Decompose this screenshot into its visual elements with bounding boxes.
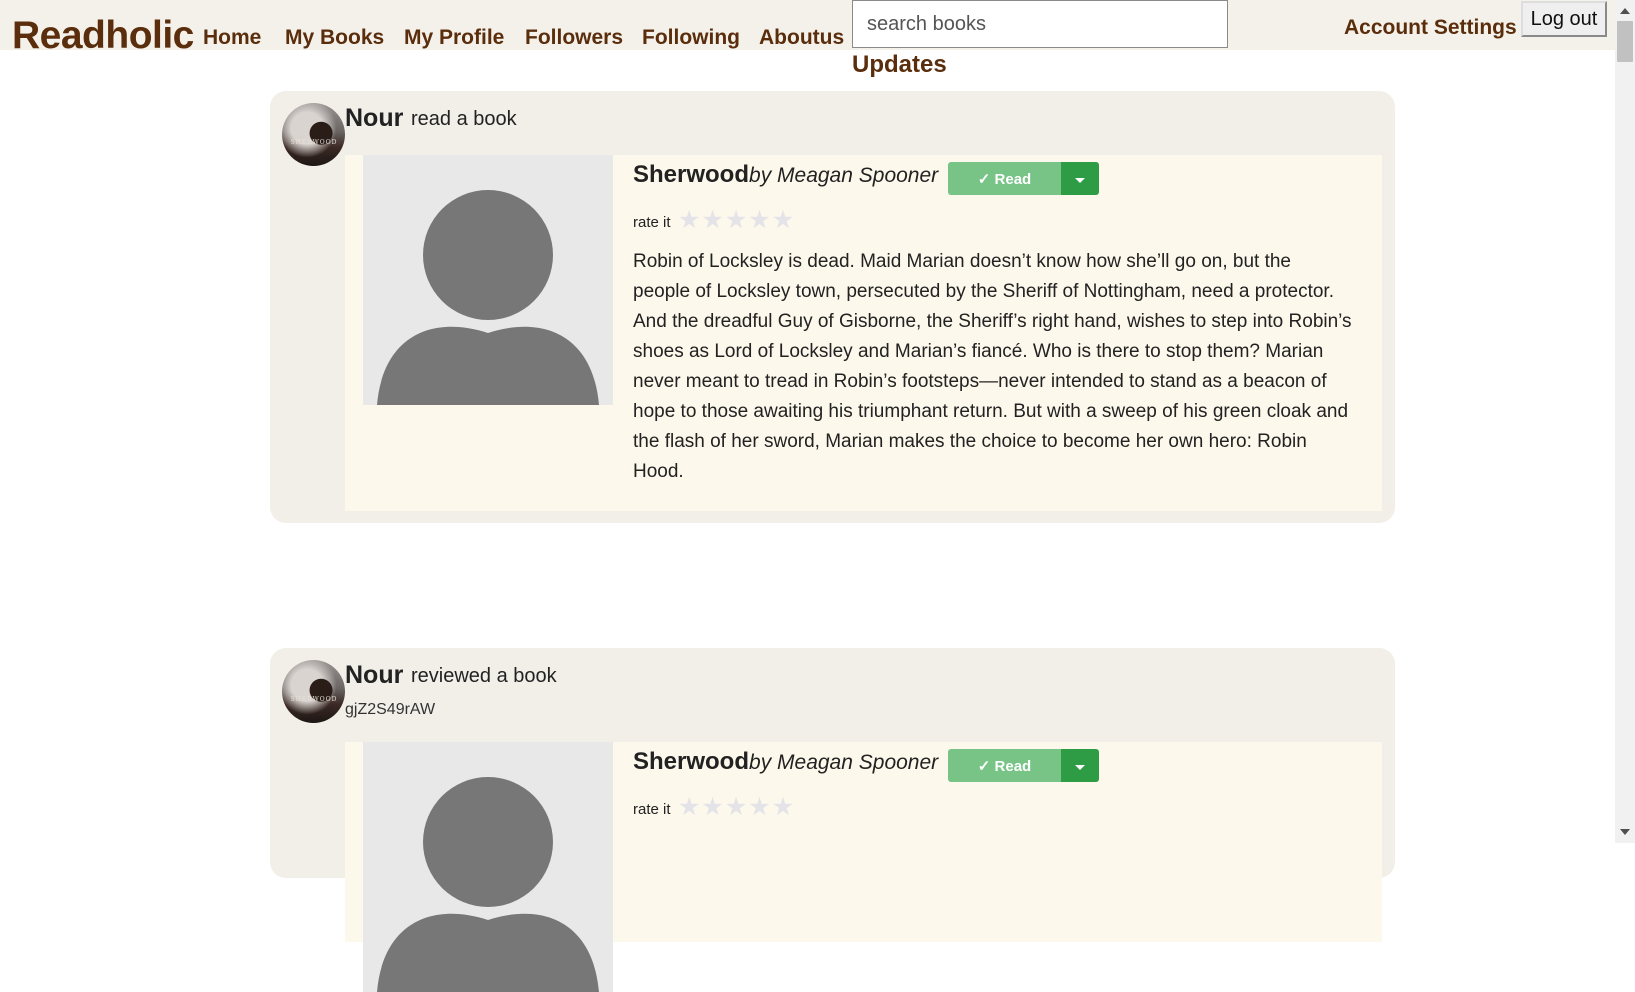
avatar[interactable]: SHERWOOD xyxy=(282,103,345,166)
scroll-down-arrow-icon[interactable] xyxy=(1620,829,1630,835)
avatar-caption: SHERWOOD xyxy=(290,696,338,703)
brand-logo[interactable]: Readholic xyxy=(12,14,194,58)
star-rating[interactable]: ★★★★★ xyxy=(678,792,795,821)
star-rating[interactable]: ★★★★★ xyxy=(678,205,795,234)
feed-action-text: read a book xyxy=(411,108,517,130)
feed-user-name[interactable]: Nour xyxy=(345,661,403,690)
book-title[interactable]: Sherwood xyxy=(633,161,749,188)
book-description: Robin of Locksley is dead. Maid Marian d… xyxy=(633,251,1352,482)
nav-followers[interactable]: Followers xyxy=(525,26,623,50)
nav-my-profile[interactable]: My Profile xyxy=(404,26,504,50)
book-panel: Sherwoodby Meagan Spooner ✓ Read rate it… xyxy=(345,155,1382,511)
read-status-button[interactable]: ✓ Read xyxy=(948,749,1061,782)
caret-down-icon xyxy=(1075,765,1085,770)
star-icon[interactable]: ★ xyxy=(678,205,700,234)
top-navbar: Readholic Home My Books My Profile Follo… xyxy=(0,0,1615,57)
nav-home[interactable]: Home xyxy=(203,26,261,50)
review-id: gjZ2S49rAW xyxy=(345,701,436,718)
star-icon[interactable]: ★ xyxy=(748,205,770,234)
feed-user-name[interactable]: Nour xyxy=(345,104,403,133)
page-scrollbar[interactable] xyxy=(1615,0,1635,843)
star-icon[interactable]: ★ xyxy=(725,792,747,821)
nav-following[interactable]: Following xyxy=(642,26,740,50)
read-status-button[interactable]: ✓ Read xyxy=(948,162,1061,195)
account-settings-link[interactable]: Account Settings xyxy=(1344,16,1517,40)
book-title-line: Sherwoodby Meagan Spooner xyxy=(633,748,938,776)
user-silhouette-icon xyxy=(363,742,613,992)
star-icon[interactable]: ★ xyxy=(725,205,747,234)
scroll-thumb[interactable] xyxy=(1617,21,1633,62)
feed-action-text: reviewed a book xyxy=(411,665,557,687)
book-author[interactable]: by Meagan Spooner xyxy=(749,751,938,774)
caret-down-icon xyxy=(1075,178,1085,183)
nav-aboutus[interactable]: Aboutus xyxy=(759,26,844,50)
rate-label: rate it xyxy=(633,801,671,818)
feed-item: SHERWOOD Nour reviewed a book gjZ2S49rAW… xyxy=(270,648,1395,992)
book-title-line: Sherwoodby Meagan Spooner xyxy=(633,161,938,189)
book-title[interactable]: Sherwood xyxy=(633,748,749,775)
star-icon[interactable]: ★ xyxy=(748,792,770,821)
user-silhouette-icon xyxy=(363,155,613,405)
book-panel: Sherwoodby Meagan Spooner ✓ Read rate it… xyxy=(345,742,1382,992)
star-icon[interactable]: ★ xyxy=(772,205,794,234)
nav-my-books[interactable]: My Books xyxy=(285,26,384,50)
book-author[interactable]: by Meagan Spooner xyxy=(749,164,938,187)
star-icon[interactable]: ★ xyxy=(701,205,723,234)
star-icon[interactable]: ★ xyxy=(701,792,723,821)
star-icon[interactable]: ★ xyxy=(678,792,700,821)
rate-label: rate it xyxy=(633,214,671,231)
logout-button[interactable]: Log out xyxy=(1521,1,1607,37)
avatar[interactable]: SHERWOOD xyxy=(282,660,345,723)
shelf-dropdown-button[interactable] xyxy=(1061,162,1099,195)
scroll-up-arrow-icon[interactable] xyxy=(1620,8,1630,14)
book-cover-placeholder[interactable] xyxy=(363,742,613,992)
star-icon[interactable]: ★ xyxy=(772,792,794,821)
updates-link[interactable]: Updates xyxy=(852,51,947,79)
avatar-caption: SHERWOOD xyxy=(290,139,338,146)
feed-item: SHERWOOD Nour read a book Sherwoodby Mea… xyxy=(270,91,1395,523)
book-cover-placeholder[interactable] xyxy=(363,155,613,405)
search-input[interactable] xyxy=(852,0,1228,48)
shelf-dropdown-button[interactable] xyxy=(1061,749,1099,782)
